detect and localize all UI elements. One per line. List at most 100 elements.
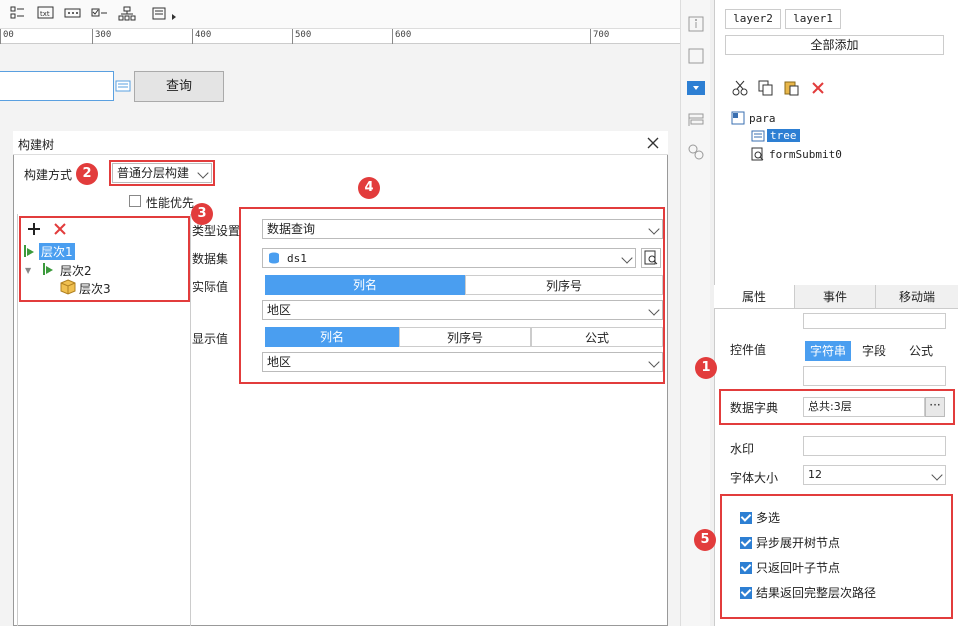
checkbox-checked-icon [740,586,752,599]
level-3-item[interactable]: 层次3 [79,280,111,297]
cut-icon[interactable] [732,80,748,96]
layer2-button[interactable]: layer2 [725,9,781,29]
info-icon[interactable] [686,14,706,34]
dialog-titlebar: 构建树 [13,131,668,155]
font-size-select[interactable]: 12 [803,465,946,485]
dialog-title: 构建树 [18,138,55,152]
badge-5: 5 [694,529,716,551]
tree-widget[interactable] [0,71,114,101]
checkbox-async-expand[interactable]: 异步展开树节点 [740,536,840,552]
watermark-input[interactable] [803,436,946,456]
checkbox-label: 结果返回完整层次路径 [756,586,877,600]
ruler-label: 600 [395,30,412,40]
top-toolbar: txt [0,0,680,28]
layers-icon[interactable] [686,110,706,130]
font-size-value: 12 [808,468,822,481]
type-select[interactable]: 数据查询 [262,219,663,239]
checkbox-checked-icon [740,536,752,549]
build-method-label: 构建方式 [24,168,73,182]
checkbox-label: 多选 [756,511,781,525]
actual-value-select[interactable]: 地区 [262,300,663,320]
data-dict-label: 数据字典 [730,401,779,415]
actual-value: 地区 [267,303,292,317]
link-icon[interactable] [686,142,706,162]
copy-icon[interactable] [758,80,774,96]
divider [17,214,18,626]
chevron-down-icon [197,167,209,179]
checkbox-label: 异步展开树节点 [756,536,841,550]
svg-text:txt: txt [40,10,50,18]
checkbox-multiselect[interactable]: 多选 [740,511,780,527]
performance-checkbox[interactable] [129,195,141,207]
ruler-label: 400 [195,30,212,40]
add-all-button[interactable]: 全部添加 [725,35,944,55]
widget-icon[interactable] [686,78,706,98]
tab-mobile[interactable]: 移动端 [876,285,958,309]
type-label: 类型设置 [192,224,241,238]
delete-icon[interactable] [810,80,826,96]
control-value-input[interactable] [803,366,946,386]
display-column-name-tab[interactable]: 列名 [265,327,399,347]
actual-column-name-tab[interactable]: 列名 [265,275,465,295]
actual-column-index-tab[interactable]: 列序号 [465,275,663,295]
preview-icon[interactable] [641,248,661,268]
control-value-label: 控件值 [730,343,767,357]
tree-node-tree[interactable]: tree [767,129,800,142]
level-1-item[interactable]: 层次1 [39,243,75,260]
chevron-down-icon [648,356,660,368]
form-submit-icon [751,147,765,161]
tree-node-para[interactable]: para [749,112,776,125]
checkbox-checked-icon [740,561,752,574]
control-value-string[interactable]: 字符串 [805,341,851,361]
paste-icon[interactable] [784,80,800,96]
layer1-button[interactable]: layer1 [785,9,841,29]
tree-widget-node-icon [751,129,765,143]
query-button[interactable]: 查询 [134,71,224,102]
tree-dropdown-icon[interactable] [114,74,134,98]
label-name-field[interactable] [803,313,946,329]
display-formula-tab[interactable]: 公式 [531,327,663,347]
badge-1: 1 [695,357,717,379]
ruler-label: 300 [95,30,112,40]
watermark-label: 水印 [730,442,755,456]
level-arrow-icon [41,261,55,277]
property-tabs: 属性 事件 移动端 [714,285,958,309]
square-icon[interactable] [686,46,706,66]
level-arrow-icon [22,243,36,259]
display-value-label: 显示值 [192,332,229,346]
performance-label: 性能优先 [146,196,195,210]
text-icon[interactable]: txt [37,6,55,22]
tab-properties[interactable]: 属性 [714,285,795,309]
dataset-select[interactable]: ds1 [262,248,636,268]
dataset-label: 数据集 [192,252,229,266]
tree-node-formsubmit[interactable]: formSubmit0 [769,148,842,161]
display-value-select[interactable]: 地区 [262,352,663,372]
tab-events[interactable]: 事件 [795,285,876,309]
build-method-value: 普通分层构建 [117,166,190,180]
remove-icon[interactable] [53,222,67,236]
data-dict-more-button[interactable]: ··· [925,397,945,417]
list-icon[interactable] [10,6,28,22]
dataset-value: ds1 [287,252,307,265]
control-value-formula[interactable]: 公式 [897,341,945,361]
actual-value-label: 实际值 [192,280,229,294]
checkbox-leaf-only[interactable]: 只返回叶子节点 [740,561,840,577]
ruler-label: 500 [295,30,312,40]
checkbox-icon[interactable] [91,6,109,22]
checkbox-checked-icon [740,511,752,524]
add-icon[interactable] [27,222,41,236]
build-method-select[interactable]: 普通分层构建 [112,163,212,183]
level-2-item[interactable]: 层次2 [60,262,92,279]
control-value-field[interactable]: 字段 [851,341,897,361]
chevron-down-icon [648,304,660,316]
font-size-label: 字体大小 [730,471,779,485]
more-icon[interactable] [152,6,176,22]
password-icon[interactable] [64,6,82,22]
display-column-index-tab[interactable]: 列序号 [399,327,531,347]
close-icon[interactable] [646,136,660,150]
collapse-icon[interactable]: ▼ [25,266,31,275]
badge-4: 4 [358,177,380,199]
checkbox-label: 只返回叶子节点 [756,561,841,575]
checkbox-full-path[interactable]: 结果返回完整层次路径 [740,586,876,602]
tree-icon[interactable] [118,6,136,22]
